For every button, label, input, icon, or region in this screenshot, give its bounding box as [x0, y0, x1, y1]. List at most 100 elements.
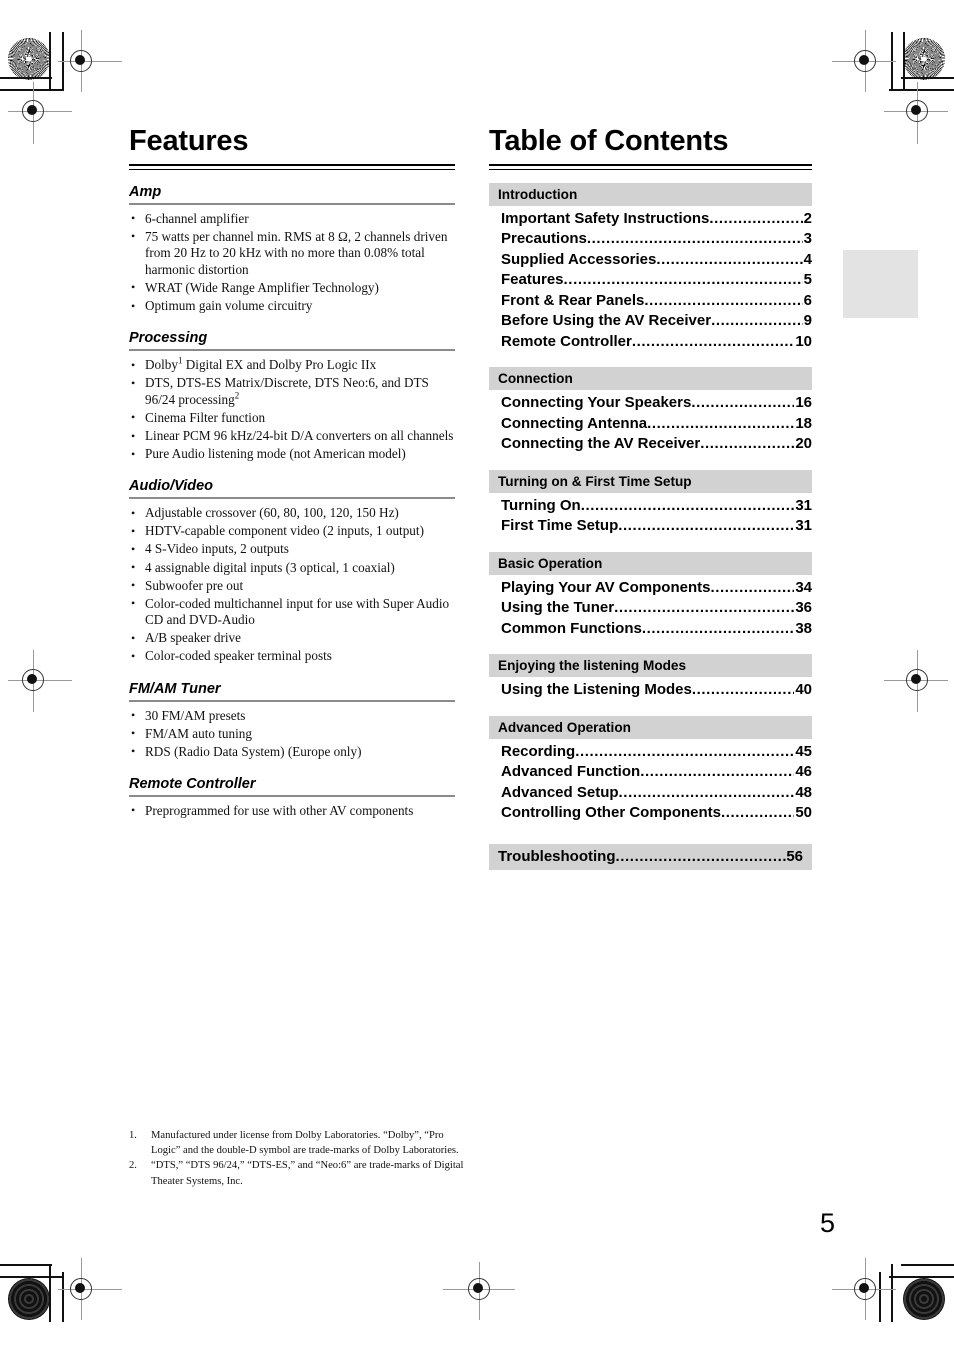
toc-entry[interactable]: First Time Setup........................… — [501, 516, 812, 537]
toc-leader-dots: ........................................… — [647, 414, 795, 432]
toc-entry-page-number: 6 — [803, 291, 812, 309]
toc-entry[interactable]: Using the Tuner.........................… — [501, 598, 812, 619]
toc-entry-label: Before Using the AV Receiver — [501, 312, 712, 330]
page-title-table-of-contents: Table of Contents — [489, 125, 729, 157]
toc-entry-page-number: 2 — [803, 209, 812, 227]
crop-mark-top-left-h — [0, 77, 52, 79]
toc-entry-group: Using the Listening Modes...............… — [489, 677, 812, 701]
toc-entry-label: Connecting Your Speakers — [501, 394, 692, 412]
features-subsection-rule — [129, 699, 455, 702]
features-bullet-item: Cinema Filter function — [129, 409, 455, 427]
features-bullet-item: 30 FM/AM presets — [129, 707, 455, 725]
toc-section-band: Introduction — [489, 182, 812, 206]
features-bullet-item: RDS (Radio Data System) (Europe only) — [129, 743, 455, 761]
toc-entry-label: Advanced Function — [501, 763, 641, 781]
toc-entry[interactable]: Common Functions........................… — [501, 619, 812, 640]
toc-leader-dots: ........................................… — [580, 496, 795, 514]
toc-entry[interactable]: Using the Listening Modes...............… — [501, 680, 812, 701]
toc-entry-label: Recording — [501, 742, 576, 760]
toc-entry[interactable]: Connecting Your Speakers................… — [501, 393, 812, 414]
toc-entry[interactable]: Controlling Other Components............… — [501, 803, 812, 824]
footnote-text: Manufactured under license from Dolby La… — [151, 1130, 459, 1157]
crop-mark-bottom-right-v — [891, 1264, 893, 1322]
toc-entry-page-number: 48 — [795, 783, 812, 801]
toc-entry-label: Using the Listening Modes — [501, 681, 692, 699]
toc-entry-page-number: 16 — [795, 394, 812, 412]
toc-entry-troubleshooting[interactable]: Troubleshooting.........................… — [489, 843, 812, 870]
toc-entry[interactable]: Front & Rear Panels.....................… — [501, 291, 812, 312]
toc-leader-dots: ........................................… — [631, 332, 794, 350]
features-subsection-heading: Processing — [129, 330, 208, 347]
toc-entry[interactable]: Important Safety Instructions...........… — [501, 209, 812, 230]
toc-entry-label: Playing Your AV Components — [501, 578, 711, 596]
toc-section-band: Turning on & First Time Setup — [489, 469, 812, 493]
features-bullet-item: 4 assignable digital inputs (3 optical, … — [129, 559, 455, 577]
page-number: 5 — [820, 1208, 836, 1238]
crop-mark-top-left-v — [49, 32, 51, 90]
features-column: Features Amp 6-channel amplifier75 watts … — [129, 124, 455, 821]
toc-entry-page-number: 34 — [795, 578, 812, 596]
toc-entry-group: Important Safety Instructions...........… — [489, 206, 812, 353]
toc-leader-dots: ........................................… — [615, 847, 787, 865]
bullet-text-continued: Digital EX and Dolby Pro Logic IIx — [182, 357, 377, 373]
footnote-reference: 2 — [234, 390, 240, 401]
toc-entry[interactable]: Supplied Accessories....................… — [501, 250, 812, 271]
toc-entry[interactable]: Turning On..............................… — [501, 496, 812, 517]
footnote-number: 2. — [129, 1160, 137, 1172]
features-subsection-rule — [129, 202, 455, 205]
toc-entry[interactable]: Precautions.............................… — [501, 229, 812, 250]
toc-entry-label: Troubleshooting — [498, 847, 616, 865]
toc-entry-page-number: 40 — [795, 681, 812, 699]
toc-section-band: Basic Operation — [489, 551, 812, 575]
toc-entry-group: Recording...............................… — [489, 739, 812, 824]
features-subsection-heading: Remote Controller — [129, 775, 256, 792]
features-bullet-item: 6-channel amplifier — [129, 210, 455, 228]
toc-entry-group: Turning On..............................… — [489, 493, 812, 537]
features-subsection-rule — [129, 794, 455, 797]
toc-entry-label: Remote Controller — [501, 332, 632, 350]
toc-entry-label: Using the Tuner — [501, 599, 615, 617]
features-subsection-rule — [129, 497, 455, 500]
page-title-features: Features — [129, 125, 249, 157]
features-bullet-item: Preprogrammed for use with other AV comp… — [129, 802, 455, 820]
toc-entry-page-number: 18 — [795, 414, 812, 432]
crop-mark-top-right-h — [901, 77, 954, 79]
toc-entry[interactable]: Features................................… — [501, 270, 812, 291]
footnote-number: 1. — [129, 1130, 137, 1141]
toc-entry-page-number: 10 — [795, 332, 812, 350]
footnotes: 1. Manufactured under license from Dolby … — [129, 1128, 469, 1189]
features-bullet-list: 30 FM/AM presetsFM/AM auto tuningRDS (Ra… — [129, 707, 455, 761]
toc-leader-dots: ........................................… — [586, 230, 803, 248]
toc-entry[interactable]: Recording...............................… — [501, 742, 812, 763]
toc-leader-dots: ........................................… — [709, 209, 802, 227]
features-bullet-item: Color-coded multichannel input for use w… — [129, 595, 455, 629]
crop-mark-bottom-left-h2 — [0, 1276, 64, 1278]
toc-entry[interactable]: Connecting the AV Receiver..............… — [501, 434, 812, 455]
features-bullet-item: Adjustable crossover (60, 80, 100, 120, … — [129, 505, 455, 522]
toc-entry[interactable]: Advanced Setup..........................… — [501, 783, 812, 804]
toc-entry-page-number: 36 — [795, 599, 812, 617]
starburst-registration-target-bottom-left — [8, 1278, 50, 1320]
toc-entry-group: Playing Your AV Components..............… — [489, 575, 812, 640]
toc-leader-dots: ........................................… — [700, 435, 794, 453]
toc-entry[interactable]: Before Using the AV Receiver............… — [501, 311, 812, 332]
toc-entry-label: Turning On — [501, 496, 581, 514]
features-bullet-item: WRAT (Wide Range Amplifier Technology) — [129, 279, 455, 297]
toc-section-band: Enjoying the listening Modes — [489, 654, 812, 678]
toc-entry-page-number: 9 — [803, 312, 812, 330]
bullet-text: DTS, DTS-ES Matrix/Discrete, DTS Neo:6, … — [145, 375, 429, 407]
toc-leader-dots: ........................................… — [711, 312, 803, 330]
thumb-tab-marker — [843, 250, 918, 318]
features-bullet-item: Optimum gain volume circuitry — [129, 298, 455, 315]
toc-entry[interactable]: Advanced Function.......................… — [501, 762, 812, 783]
toc-entry[interactable]: Playing Your AV Components..............… — [501, 578, 812, 599]
toc-entry[interactable]: Connecting Antenna......................… — [501, 414, 812, 435]
toc-entry-label: Common Functions — [501, 619, 642, 637]
crop-mark-bottom-right-h2 — [889, 1276, 954, 1278]
features-subsection-heading: Audio/Video — [129, 478, 214, 495]
toc-entry[interactable]: Remote Controller.......................… — [501, 332, 812, 353]
toc-entry-page-number: 3 — [803, 230, 812, 248]
toc-leader-dots: ........................................… — [644, 291, 802, 309]
toc-entry-label: Front & Rear Panels — [501, 291, 645, 309]
toc-entry-label: Controlling Other Components — [501, 804, 721, 822]
